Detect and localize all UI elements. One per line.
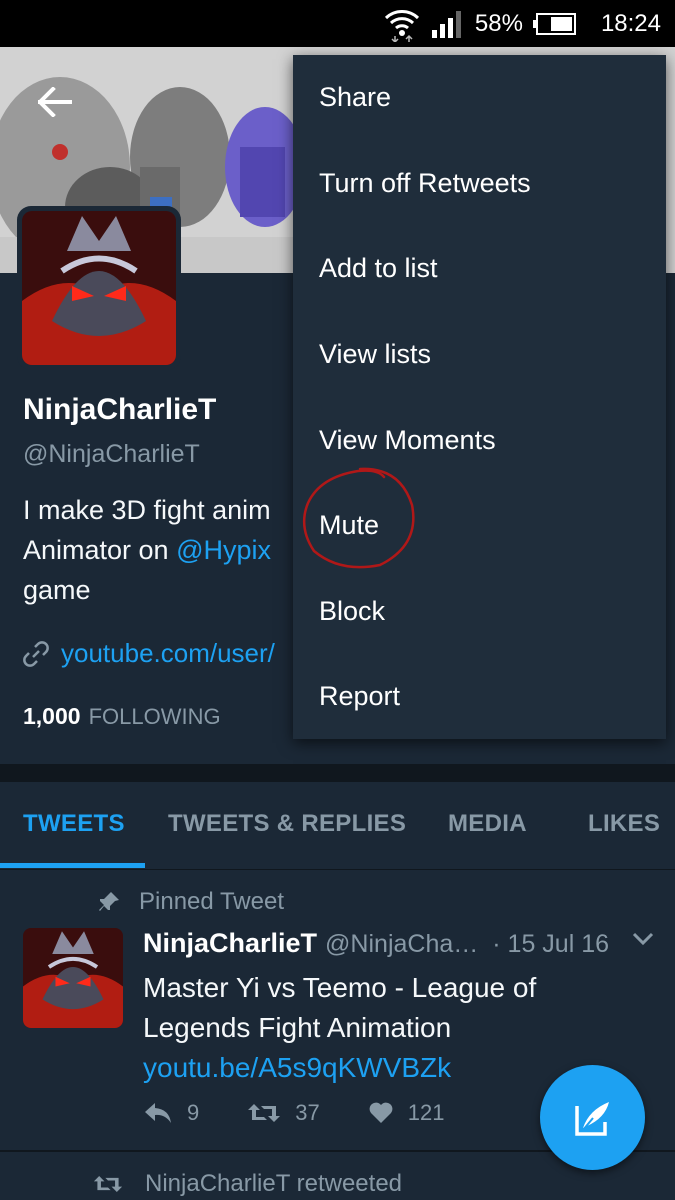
menu-item-block[interactable]: Block xyxy=(293,569,666,655)
following-stat[interactable]: 1,000 FOLLOWING xyxy=(23,703,221,730)
battery-icon xyxy=(532,12,577,36)
status-bar: 58% 18:24 xyxy=(0,0,675,47)
wifi-icon xyxy=(383,6,421,42)
tweet-author-handle: @NinjaCha… xyxy=(325,930,479,958)
following-count: 1,000 xyxy=(23,703,81,729)
tweet-text-line: Legends Fight Animation xyxy=(143,1012,452,1043)
profile-website[interactable]: youtube.com/user/ xyxy=(23,638,303,669)
active-tab-indicator xyxy=(0,863,145,868)
tweet-actions: 9 37 121 xyxy=(143,1100,492,1126)
menu-item-add-to-list[interactable]: Add to list xyxy=(293,226,666,312)
pinned-indicator: Pinned Tweet xyxy=(97,888,284,916)
profile-avatar[interactable] xyxy=(17,206,181,370)
arrow-left-icon xyxy=(38,87,72,117)
tab-tweets[interactable]: TWEETS xyxy=(23,810,125,838)
bio-line: Animator on @Hypix xyxy=(23,530,303,570)
website-link-text[interactable]: youtube.com/user/ xyxy=(61,638,275,669)
menu-item-view-moments[interactable]: View Moments xyxy=(293,397,666,483)
tweet-menu-button[interactable] xyxy=(632,932,654,951)
tweet-link[interactable]: youtu.be/A5s9qKWVBZk xyxy=(143,1048,603,1088)
pinned-label: Pinned Tweet xyxy=(139,888,284,915)
profile-name: NinjaCharlieT xyxy=(23,393,217,426)
retweeted-label: NinjaCharlieT retweeted xyxy=(145,1170,403,1197)
bio-line: I make 3D fight anim xyxy=(23,495,271,525)
tab-media[interactable]: MEDIA xyxy=(448,810,527,838)
tweet-avatar[interactable] xyxy=(23,928,123,1028)
tweet-header: NinjaCharlieT @NinjaCha… · 15 Jul 16 xyxy=(143,928,609,959)
tweet-text: Master Yi vs Teemo - League of Legends F… xyxy=(143,968,603,1088)
menu-item-turn-off-retweets[interactable]: Turn off Retweets xyxy=(293,141,666,227)
bio-line: game xyxy=(23,575,91,605)
retweeted-indicator: NinjaCharlieT retweeted xyxy=(93,1170,402,1198)
reply-count: 9 xyxy=(187,1100,200,1125)
clock: 18:24 xyxy=(600,9,661,37)
retweet-icon xyxy=(93,1176,123,1192)
battery-percent: 58% xyxy=(474,9,523,37)
back-button[interactable] xyxy=(30,77,80,127)
like-count: 121 xyxy=(407,1100,445,1125)
reply-icon xyxy=(145,1103,171,1123)
tweet-author-name[interactable]: NinjaCharlieT xyxy=(143,928,317,959)
compose-tweet-button[interactable] xyxy=(540,1065,645,1170)
reply-button[interactable]: 9 xyxy=(143,1100,199,1126)
retweet-button[interactable]: 37 xyxy=(247,1100,320,1126)
section-divider xyxy=(0,764,675,782)
overflow-menu: Share Turn off Retweets Add to list View… xyxy=(293,55,666,739)
profile-bio: I make 3D fight anim Animator on @Hypix … xyxy=(23,490,303,610)
pin-icon xyxy=(99,892,119,911)
like-button[interactable]: 121 xyxy=(368,1100,445,1126)
bio-text: Animator on xyxy=(23,535,177,565)
tweet-date: · 15 Jul 16 xyxy=(492,930,610,958)
mention-link[interactable]: @Hypix xyxy=(176,535,271,565)
chevron-down-icon xyxy=(632,932,654,946)
tab-likes[interactable]: LIKES xyxy=(588,810,660,838)
compose-icon xyxy=(574,1101,609,1136)
retweet-icon xyxy=(248,1104,281,1122)
following-label: FOLLOWING xyxy=(88,704,221,729)
profile-tabs: TWEETS TWEETS & REPLIES MEDIA LIKES xyxy=(0,782,675,870)
retweet-count: 37 xyxy=(295,1100,320,1125)
link-icon xyxy=(23,640,49,667)
tab-tweets-replies[interactable]: TWEETS & REPLIES xyxy=(168,810,406,838)
heart-icon xyxy=(369,1102,393,1123)
menu-item-mute[interactable]: Mute xyxy=(293,483,666,569)
tweet-text-line: Master Yi vs Teemo - League of xyxy=(143,972,537,1003)
signal-icon xyxy=(431,10,465,38)
menu-item-view-lists[interactable]: View lists xyxy=(293,312,666,398)
menu-item-share[interactable]: Share xyxy=(293,55,666,141)
menu-item-report[interactable]: Report xyxy=(293,654,666,740)
profile-handle: @NinjaCharlieT xyxy=(23,440,200,468)
